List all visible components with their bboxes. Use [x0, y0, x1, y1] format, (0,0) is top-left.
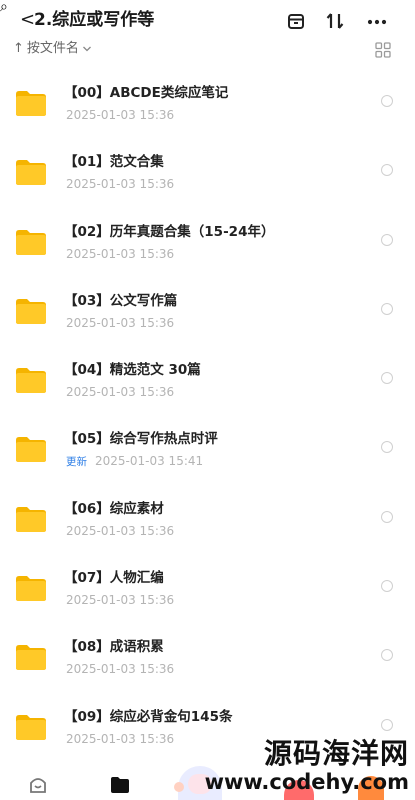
file-name: 【00】ABCDE类综应笔记 — [64, 85, 229, 101]
folder-icon — [16, 576, 46, 602]
folder-icon — [16, 160, 46, 186]
file-date: 2025-01-03 15:36 — [66, 662, 175, 677]
select-radio-icon[interactable] — [381, 649, 393, 662]
file-meta: 2025-01-03 15:36 — [66, 246, 174, 262]
file-row[interactable]: 【02】历年真题合集（15-24年） 2025-01-03 15:36 — [0, 203, 415, 272]
sort-icon[interactable] — [322, 8, 348, 34]
file-row[interactable]: 【08】成语积累 2025-01-03 15:36 — [0, 618, 415, 687]
page-title: 2.综应或写作等 — [34, 10, 155, 30]
file-row[interactable]: 【07】人物汇编 2025-01-03 15:36 — [0, 549, 415, 618]
more-icon[interactable] — [364, 8, 390, 34]
file-name: 【02】历年真题合集（15-24年） — [64, 223, 275, 240]
file-name: 【01】范文合集 — [64, 154, 164, 171]
file-name: 【04】精选范文 30篇 — [64, 362, 201, 379]
select-radio-icon[interactable] — [381, 718, 393, 731]
file-meta: 2025-01-03 15:36 — [66, 661, 174, 677]
folder-icon — [16, 714, 46, 740]
select-radio-icon[interactable] — [381, 95, 393, 107]
file-date: 2025-01-03 15:36 — [66, 523, 175, 538]
file-date: 2025-01-03 15:36 — [66, 246, 175, 261]
file-date: 2025-01-03 15:41 — [95, 454, 204, 469]
file-date: 2025-01-03 15:36 — [66, 108, 175, 122]
folder-icon — [16, 91, 46, 116]
folder-icon — [16, 368, 46, 394]
file-name: 【06】综应素材 — [64, 500, 164, 517]
select-radio-icon[interactable] — [381, 510, 393, 523]
file-meta: 更新 2025-01-03 15:41 — [66, 453, 203, 470]
folder-icon — [16, 298, 46, 324]
select-radio-icon[interactable] — [381, 580, 393, 593]
file-date: 2025-01-03 15:36 — [66, 731, 175, 746]
top-bar: ⌕ < 2.综应或写作等 — [0, 0, 415, 40]
select-radio-icon[interactable] — [381, 233, 393, 246]
file-date: 2025-01-03 15:36 — [66, 385, 175, 400]
watermark-url: www.codehy.com — [204, 770, 409, 794]
back-icon[interactable]: < — [20, 10, 35, 30]
select-radio-icon[interactable] — [381, 372, 393, 385]
file-date: 2025-01-03 15:36 — [66, 315, 175, 330]
select-radio-icon[interactable] — [381, 441, 393, 454]
select-radio-icon[interactable] — [381, 164, 393, 177]
file-meta: 2025-01-03 15:36 — [66, 731, 174, 747]
file-name: 【09】综应必背金句145条 — [64, 708, 233, 725]
grid-view-icon[interactable] — [375, 42, 391, 58]
file-row[interactable]: 【00】ABCDE类综应笔记 2025-01-03 15:36 — [0, 64, 415, 133]
save-icon[interactable] — [283, 8, 309, 34]
files-tab-icon[interactable] — [108, 772, 132, 796]
file-meta: 2025-01-03 15:36 — [66, 592, 174, 608]
cursor-icon: ⌕ — [0, 0, 8, 15]
file-list: 【00】ABCDE类综应笔记 2025-01-03 15:36 【01】范文合集 20… — [0, 64, 415, 757]
file-name: 【07】人物汇编 — [64, 570, 164, 587]
watermark-title: 源码海洋网 — [263, 737, 409, 770]
sort-by-name-button[interactable]: ↑ 按文件名 — [13, 40, 92, 58]
folder-icon — [16, 437, 46, 463]
folder-icon — [16, 229, 46, 255]
file-row[interactable]: 【01】范文合集 2025-01-03 15:36 — [0, 133, 415, 202]
file-meta: 2025-01-03 15:36 — [66, 315, 174, 331]
file-date: 2025-01-03 15:36 — [66, 177, 175, 192]
file-name: 【08】成语积累 — [64, 639, 164, 656]
folder-icon — [16, 645, 46, 671]
watermark: 源码海洋网 www.codehy.com — [204, 737, 409, 795]
file-name: 【05】综合写作热点时评 — [64, 431, 218, 448]
chevron-down-icon — [82, 46, 91, 52]
select-radio-icon[interactable] — [381, 302, 393, 315]
home-tab-icon[interactable] — [26, 772, 50, 796]
folder-icon — [16, 506, 46, 532]
sort-arrow-icon: ↑ — [13, 41, 24, 56]
file-meta: 2025-01-03 15:36 — [66, 523, 174, 539]
file-meta: 2025-01-03 15:36 — [66, 176, 174, 192]
update-badge: 更新 — [66, 456, 87, 469]
sort-label: 按文件名 — [26, 41, 79, 56]
file-row[interactable]: 【05】综合写作热点时评更新 2025-01-03 15:41 — [0, 410, 415, 479]
sort-bar: ↑ 按文件名 — [0, 38, 415, 60]
file-row[interactable]: 【06】综应素材 2025-01-03 15:36 — [0, 480, 415, 549]
file-meta: 2025-01-03 15:36 — [66, 384, 174, 400]
file-row[interactable]: 【04】精选范文 30篇 2025-01-03 15:36 — [0, 341, 415, 410]
file-row[interactable]: 【03】公文写作篇 2025-01-03 15:36 — [0, 272, 415, 341]
file-name: 【03】公文写作篇 — [64, 292, 178, 309]
file-meta: 2025-01-03 15:36 — [66, 107, 174, 123]
file-date: 2025-01-03 15:36 — [66, 593, 175, 608]
